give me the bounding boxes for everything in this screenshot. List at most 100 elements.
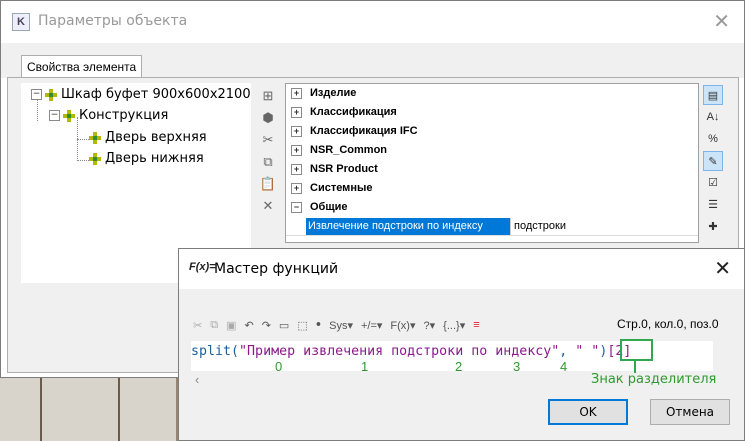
paste-icon[interactable]: 📋: [259, 175, 277, 193]
tree-icon[interactable]: ꔷ: [316, 319, 321, 332]
expand-icon[interactable]: +: [291, 125, 302, 137]
background-divider: [40, 378, 42, 441]
group-general[interactable]: − Общие: [286, 198, 698, 217]
delimiter-highlight: [620, 339, 653, 361]
redo-icon[interactable]: ↷: [262, 319, 271, 332]
add-element-icon[interactable]: ⊞: [259, 87, 277, 105]
object-icon[interactable]: ⬚: [297, 319, 307, 332]
collapse-icon[interactable]: −: [49, 110, 60, 121]
ok-button[interactable]: OK: [548, 399, 628, 425]
dialog-title: Параметры объекта: [38, 13, 188, 29]
tree-node-label: Дверь нижняя: [105, 151, 204, 166]
percent-icon[interactable]: %: [703, 129, 723, 149]
function-wizard-dialog: F(x)= Мастер функций ✕ ✂ ⧉ ▣ ↶ ↷ ▭ ⬚ ꔷ S…: [178, 248, 745, 441]
close-icon[interactable]: ✕: [714, 256, 731, 280]
edit-formula-icon[interactable]: ✎: [703, 151, 723, 171]
categorized-view-icon[interactable]: ▤: [703, 85, 723, 105]
group-label: NSR Product: [310, 163, 378, 175]
part-icon: [89, 131, 101, 144]
color-palette-icon[interactable]: ≡: [473, 319, 479, 331]
assembly-icon: [45, 88, 57, 101]
word-index-label: 0: [275, 359, 283, 374]
group-label: Классификация IFC: [310, 125, 418, 137]
property-grid[interactable]: + Изделие + Классификация + Классификация I…: [285, 83, 699, 243]
functions-menu[interactable]: F(x)▾: [390, 319, 415, 332]
property-value[interactable]: подстроки: [510, 218, 698, 235]
undo-icon[interactable]: ↶: [244, 319, 253, 332]
group-system[interactable]: + Системные: [286, 179, 698, 198]
group-classification[interactable]: + Классификация: [286, 103, 698, 122]
tree-node-label: Конструкция: [79, 108, 169, 123]
operators-menu[interactable]: +/=▾: [361, 319, 382, 332]
callout-line: [634, 359, 636, 373]
group-classification-ifc[interactable]: + Классификация IFC: [286, 122, 698, 141]
cursor-position: Стр.0, кол.0, поз.0: [617, 317, 719, 331]
check-list-icon[interactable]: ☑: [703, 173, 723, 193]
tree-node-upper-door[interactable]: Дверь верхняя: [89, 128, 207, 148]
source-string: "Пример извлечения подстроки по индексу": [239, 344, 560, 359]
expand-icon[interactable]: +: [291, 87, 302, 99]
tree-node-lower-door[interactable]: Дверь нижняя: [89, 149, 204, 169]
app-icon: K: [12, 13, 30, 31]
group-label: Изделие: [310, 87, 357, 99]
tree-connector: [77, 160, 89, 161]
tree-node-root[interactable]: − Шкаф буфет 900x600x2100: [31, 85, 251, 105]
cut-icon[interactable]: ✂: [193, 319, 202, 332]
group-product[interactable]: + Изделие: [286, 84, 698, 103]
close-icon[interactable]: ✕: [713, 9, 730, 33]
group-label: Общие: [310, 201, 348, 213]
sort-az-icon[interactable]: A↓: [703, 107, 723, 127]
delimiter-string: " ": [575, 344, 600, 359]
collapse-icon[interactable]: −: [291, 201, 302, 213]
expand-icon[interactable]: +: [291, 144, 302, 156]
group-nsr-product[interactable]: + NSR Product: [286, 160, 698, 179]
tree-node-label: Шкаф буфет 900x600x2100: [61, 87, 251, 102]
cancel-button[interactable]: Отмена: [650, 399, 730, 425]
braces-label: {...}: [443, 319, 460, 332]
list-icon[interactable]: ☰: [703, 195, 723, 215]
expand-icon[interactable]: +: [291, 106, 302, 118]
word-index-label: 3: [513, 359, 521, 374]
grid-toolbar: ▤ A↓ % ✎ ☑ ☰ ✚: [701, 83, 727, 239]
sys-label: Sys: [329, 319, 348, 332]
expand-icon[interactable]: +: [291, 182, 302, 194]
cut-icon[interactable]: ✂: [259, 131, 277, 149]
expand-icon[interactable]: +: [291, 163, 302, 175]
wizard-toolbar: ✂ ⧉ ▣ ↶ ↷ ▭ ⬚ ꔷ Sys▾ +/=▾ F(x)▾ ?▾ {...}…: [193, 315, 488, 335]
tab-element-properties[interactable]: Свойства элемента: [21, 55, 143, 78]
grid-divider: [286, 235, 698, 236]
add-property-icon[interactable]: ✚: [703, 217, 723, 237]
paste-icon[interactable]: ▣: [226, 319, 236, 332]
functions-label: F(x): [390, 319, 410, 332]
title-bar: K Параметры объекта ✕: [1, 1, 744, 43]
function-name: split(: [191, 344, 240, 359]
separator-comma: ,: [559, 344, 576, 359]
word-index-label: 4: [560, 359, 568, 374]
expression-code[interactable]: split("Пример извлечения подстроки по ин…: [191, 344, 631, 359]
scroll-left-icon[interactable]: ‹: [195, 372, 199, 387]
group-label: NSR_Common: [310, 144, 388, 156]
settings-icon[interactable]: ⬢: [259, 109, 277, 127]
braces-menu[interactable]: {...}▾: [443, 319, 465, 332]
group-label: Системные: [310, 182, 373, 194]
tree-connector: [77, 139, 89, 140]
title-bar: F(x)= Мастер функций ✕: [179, 249, 744, 289]
property-name-selected[interactable]: Извлечение подстроки по индексу: [306, 218, 510, 235]
tree-node-construction[interactable]: − Конструкция: [49, 106, 168, 126]
copy-icon[interactable]: ⧉: [210, 319, 218, 332]
background-divider: [118, 378, 120, 441]
operators-label: +/=: [360, 319, 377, 332]
tree-node-label: Дверь верхняя: [105, 130, 207, 145]
field-icon[interactable]: ▭: [279, 319, 289, 332]
delimiter-callout: Знак разделителя: [591, 372, 717, 387]
dialog-title: Мастер функций: [214, 261, 339, 277]
word-index-label: 2: [455, 359, 463, 374]
sys-menu[interactable]: Sys▾: [329, 319, 353, 332]
help-menu[interactable]: ?▾: [424, 319, 436, 332]
delete-icon[interactable]: ✕: [259, 197, 277, 215]
background-window-fragment: [0, 378, 176, 441]
group-nsr-common[interactable]: + NSR_Common: [286, 141, 698, 160]
collapse-icon[interactable]: −: [31, 89, 42, 100]
part-icon: [89, 152, 101, 165]
copy-icon[interactable]: ⧉: [259, 153, 277, 171]
